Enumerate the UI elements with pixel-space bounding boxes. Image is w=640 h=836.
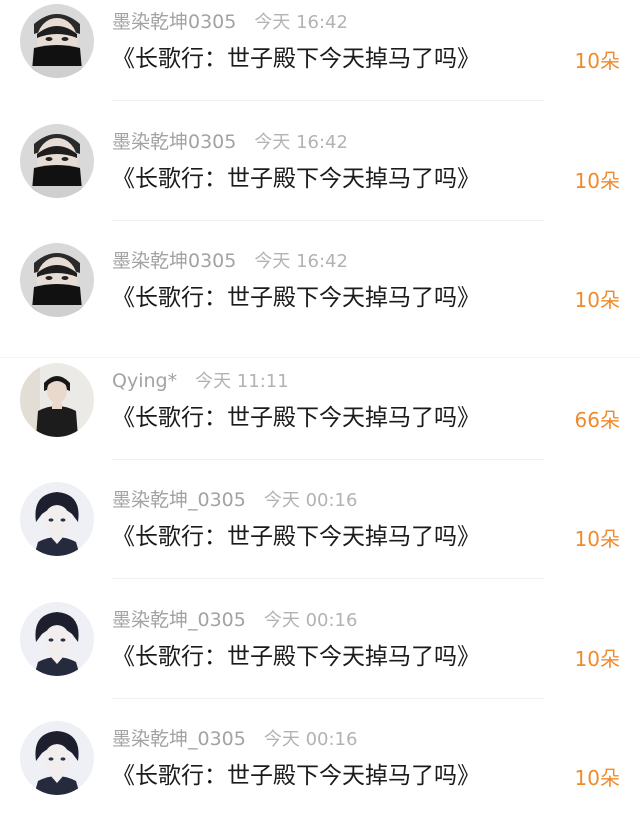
avatar[interactable] bbox=[20, 243, 94, 317]
divider bbox=[112, 100, 544, 101]
divider bbox=[112, 220, 544, 221]
divider bbox=[112, 578, 544, 579]
timestamp: 今天 00:16 bbox=[263, 490, 358, 511]
timestamp: 今天 00:16 bbox=[263, 729, 358, 750]
username[interactable]: 墨染乾坤_0305 bbox=[112, 489, 246, 511]
divider bbox=[112, 459, 544, 460]
flower-count: 10朵 bbox=[574, 527, 620, 551]
comment-text: 《长歌行：世子殿下今天掉马了吗》 bbox=[112, 644, 480, 670]
username[interactable]: 墨染乾坤0305 bbox=[112, 250, 236, 272]
username[interactable]: Qying* bbox=[112, 370, 177, 392]
comment-meta: 墨染乾坤_0305 今天 00:16 bbox=[112, 608, 357, 632]
anime-boy-avatar-icon bbox=[20, 482, 94, 556]
avatar[interactable] bbox=[20, 363, 94, 437]
divider bbox=[112, 698, 544, 699]
comment-list: 墨染乾坤0305 今天 16:42 《长歌行：世子殿下今天掉马了吗》 10朵 墨染… bbox=[0, 0, 640, 836]
comment-meta: 墨染乾坤_0305 今天 00:16 bbox=[112, 727, 357, 751]
comment-row[interactable]: 墨染乾坤_0305 今天 00:16 《长歌行：世子殿下今天掉马了吗》 10朵 bbox=[0, 478, 640, 597]
flower-count: 10朵 bbox=[574, 766, 620, 790]
username[interactable]: 墨染乾坤_0305 bbox=[112, 728, 246, 750]
comment-text: 《长歌行：世子殿下今天掉马了吗》 bbox=[112, 524, 480, 550]
comment-text: 《长歌行：世子殿下今天掉马了吗》 bbox=[112, 46, 480, 72]
comment-text: 《长歌行：世子殿下今天掉马了吗》 bbox=[112, 166, 480, 192]
comment-text: 《长歌行：世子殿下今天掉马了吗》 bbox=[112, 285, 480, 311]
comment-meta: 墨染乾坤_0305 今天 00:16 bbox=[112, 488, 357, 512]
anime-boy-avatar-icon bbox=[20, 721, 94, 795]
timestamp: 今天 16:42 bbox=[254, 12, 348, 33]
man-in-black-jacket-avatar-icon bbox=[20, 363, 94, 437]
flower-count: 10朵 bbox=[574, 169, 620, 193]
timestamp: 今天 11:11 bbox=[195, 371, 289, 392]
comment-text: 《长歌行：世子殿下今天掉马了吗》 bbox=[112, 405, 480, 431]
avatar[interactable] bbox=[20, 4, 94, 78]
comment-row[interactable]: Qying* 今天 11:11 《长歌行：世子殿下今天掉马了吗》 66朵 bbox=[0, 359, 640, 478]
comment-row[interactable]: 墨染乾坤_0305 今天 00:16 《长歌行：世子殿下今天掉马了吗》 10朵 bbox=[0, 598, 640, 717]
comment-row[interactable]: 墨染乾坤0305 今天 16:42 《长歌行：世子殿下今天掉马了吗》 10朵 bbox=[0, 239, 640, 358]
man-in-black-mask-avatar-icon bbox=[20, 124, 94, 198]
avatar[interactable] bbox=[20, 721, 94, 795]
anime-boy-avatar-icon bbox=[20, 602, 94, 676]
comment-row[interactable]: 墨染乾坤0305 今天 16:42 《长歌行：世子殿下今天掉马了吗》 10朵 bbox=[0, 120, 640, 239]
timestamp: 今天 00:16 bbox=[263, 610, 358, 631]
comment-meta: 墨染乾坤0305 今天 16:42 bbox=[112, 249, 348, 273]
timestamp: 今天 16:42 bbox=[254, 132, 348, 153]
comment-row[interactable]: 墨染乾坤0305 今天 16:42 《长歌行：世子殿下今天掉马了吗》 10朵 bbox=[0, 0, 640, 119]
avatar[interactable] bbox=[20, 124, 94, 198]
username[interactable]: 墨染乾坤0305 bbox=[112, 11, 236, 33]
flower-count: 10朵 bbox=[574, 288, 620, 312]
timestamp: 今天 16:42 bbox=[254, 251, 348, 272]
comment-meta: Qying* 今天 11:11 bbox=[112, 369, 289, 393]
man-in-black-mask-avatar-icon bbox=[20, 4, 94, 78]
comment-meta: 墨染乾坤0305 今天 16:42 bbox=[112, 130, 348, 154]
username[interactable]: 墨染乾坤_0305 bbox=[112, 609, 246, 631]
comment-meta: 墨染乾坤0305 今天 16:42 bbox=[112, 10, 348, 34]
divider bbox=[0, 357, 640, 358]
flower-count: 10朵 bbox=[574, 49, 620, 73]
comment-text: 《长歌行：世子殿下今天掉马了吗》 bbox=[112, 763, 480, 789]
man-in-black-mask-avatar-icon bbox=[20, 243, 94, 317]
flower-count: 66朵 bbox=[574, 408, 620, 432]
flower-count: 10朵 bbox=[574, 647, 620, 671]
comment-row[interactable]: 墨染乾坤_0305 今天 00:16 《长歌行：世子殿下今天掉马了吗》 10朵 bbox=[0, 717, 640, 836]
avatar[interactable] bbox=[20, 482, 94, 556]
avatar[interactable] bbox=[20, 602, 94, 676]
username[interactable]: 墨染乾坤0305 bbox=[112, 131, 236, 153]
